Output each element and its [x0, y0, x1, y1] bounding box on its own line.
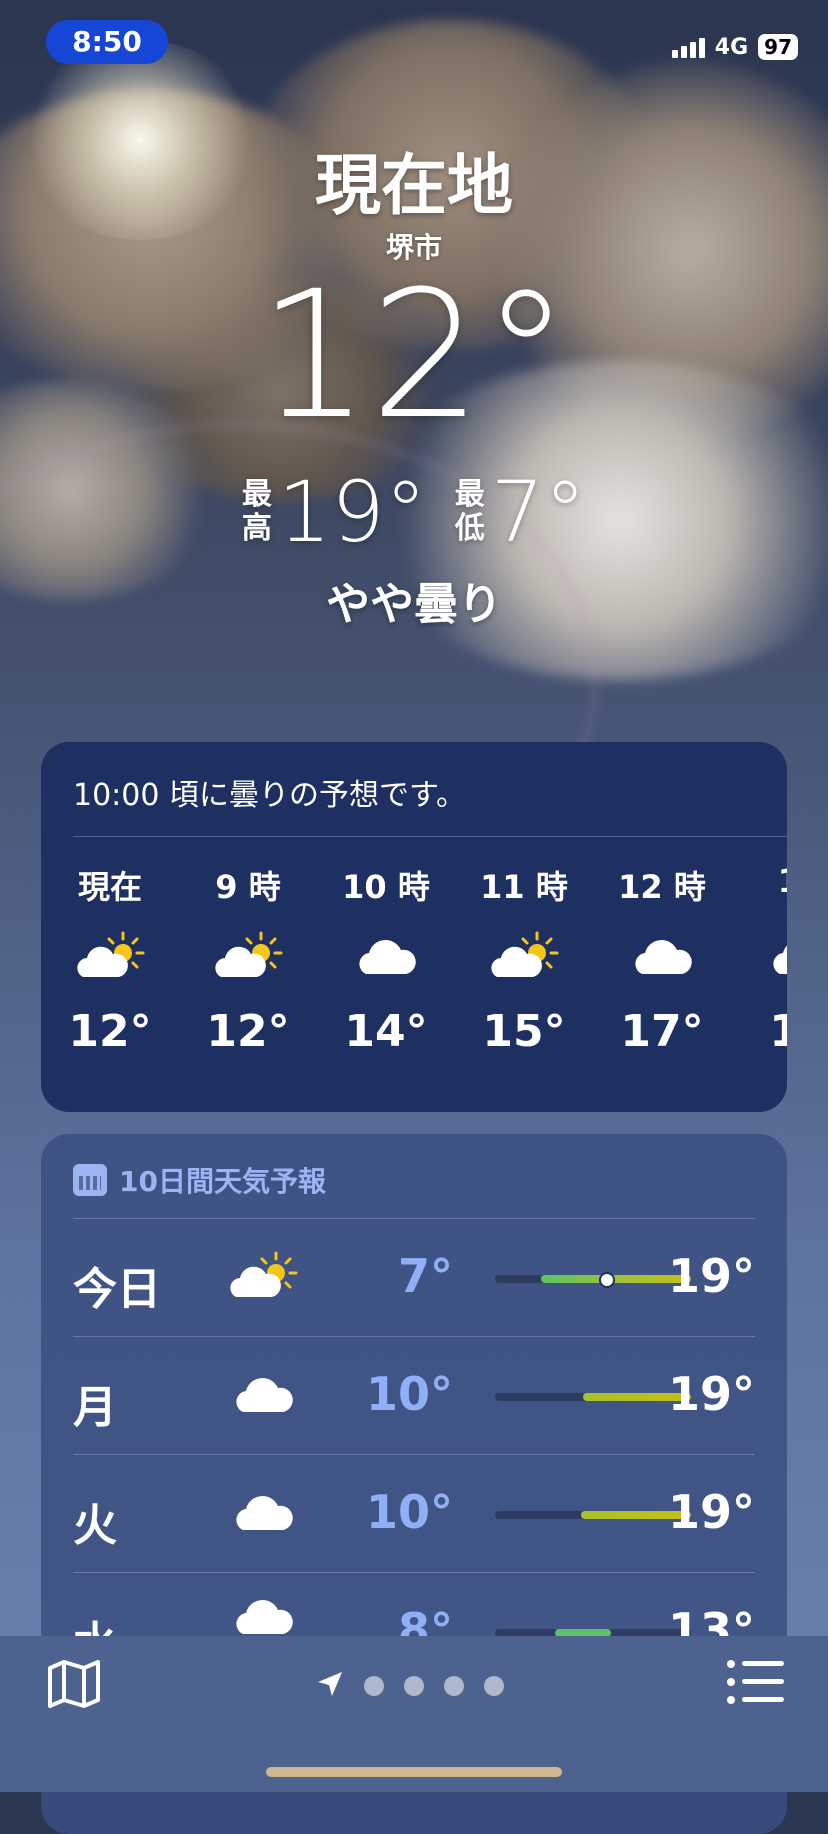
page-dot[interactable] — [444, 1676, 464, 1696]
location-title: 現在地 — [315, 147, 513, 224]
partly-cloudy-icon — [179, 906, 317, 1006]
forecast-header: 10日間天気予報 — [73, 1160, 326, 1200]
page-dot[interactable] — [364, 1676, 384, 1696]
hour-item: 12 時 17° — [593, 862, 731, 1057]
list-icon[interactable] — [726, 1658, 784, 1706]
day-row-tuesday[interactable]: 火 10° 19° — [73, 1454, 755, 1573]
battery-icon: 97 — [758, 34, 798, 60]
hour-item: 現在 12° — [41, 862, 179, 1057]
hour-item: 13 18 — [731, 862, 787, 1057]
page-indicator[interactable] — [316, 1670, 504, 1702]
hour-item: 9 時 12° — [179, 862, 317, 1057]
hour-item: 10 時 14° — [317, 862, 455, 1057]
low-label: 最 低 — [454, 477, 485, 546]
network-type: 4G — [714, 34, 749, 60]
temperature-range-bar — [495, 1511, 691, 1519]
forecast-title: 10日間天気予報 — [119, 1165, 326, 1198]
partly-cloudy-icon — [41, 906, 179, 1006]
hour-item: 11 時 15° — [455, 862, 593, 1057]
day-row-today[interactable]: 今日 7° 19° — [73, 1218, 755, 1337]
home-indicator — [266, 1767, 562, 1777]
divider — [73, 836, 787, 837]
cloud-icon — [317, 906, 455, 1006]
cloud-icon — [593, 906, 731, 1006]
high-temperature: 19° — [277, 463, 427, 561]
cloud-icon — [223, 1477, 303, 1547]
cloud-icon — [223, 1359, 303, 1429]
page-dot[interactable] — [404, 1676, 424, 1696]
map-icon[interactable] — [44, 1654, 104, 1714]
signal-icon — [671, 36, 705, 58]
current-temp-dot — [599, 1272, 615, 1288]
cloud-icon — [731, 906, 787, 1006]
location-arrow-icon[interactable] — [316, 1670, 344, 1702]
temperature-range-bar — [495, 1393, 691, 1401]
condition-text: やや曇り — [326, 579, 502, 630]
hourly-list[interactable]: 現在 12° 9 時 12° 10 時 14° 11 時 15° 12 時 17… — [41, 862, 787, 1057]
page-dot[interactable] — [484, 1676, 504, 1696]
calendar-icon — [73, 1164, 107, 1196]
temperature-range-bar — [495, 1275, 691, 1283]
high-low: 最 高 19° 最 低 7° — [0, 470, 828, 554]
low-temperature: 7° — [490, 463, 587, 561]
hourly-summary: 10:00 頃に曇りの予想です。 — [73, 778, 466, 813]
partly-cloudy-icon — [223, 1241, 303, 1311]
hourly-forecast-card[interactable]: 10:00 頃に曇りの予想です。 現在 12° 9 時 12° 10 時 14°… — [41, 742, 787, 1112]
current-temperature: 12° — [258, 253, 570, 458]
partly-cloudy-icon — [455, 906, 593, 1006]
day-row-monday[interactable]: 月 10° 19° — [73, 1336, 755, 1455]
status-indicators: 4G 97 — [671, 34, 798, 60]
status-time: 8:50 — [46, 20, 168, 64]
high-label: 最 高 — [241, 477, 272, 546]
